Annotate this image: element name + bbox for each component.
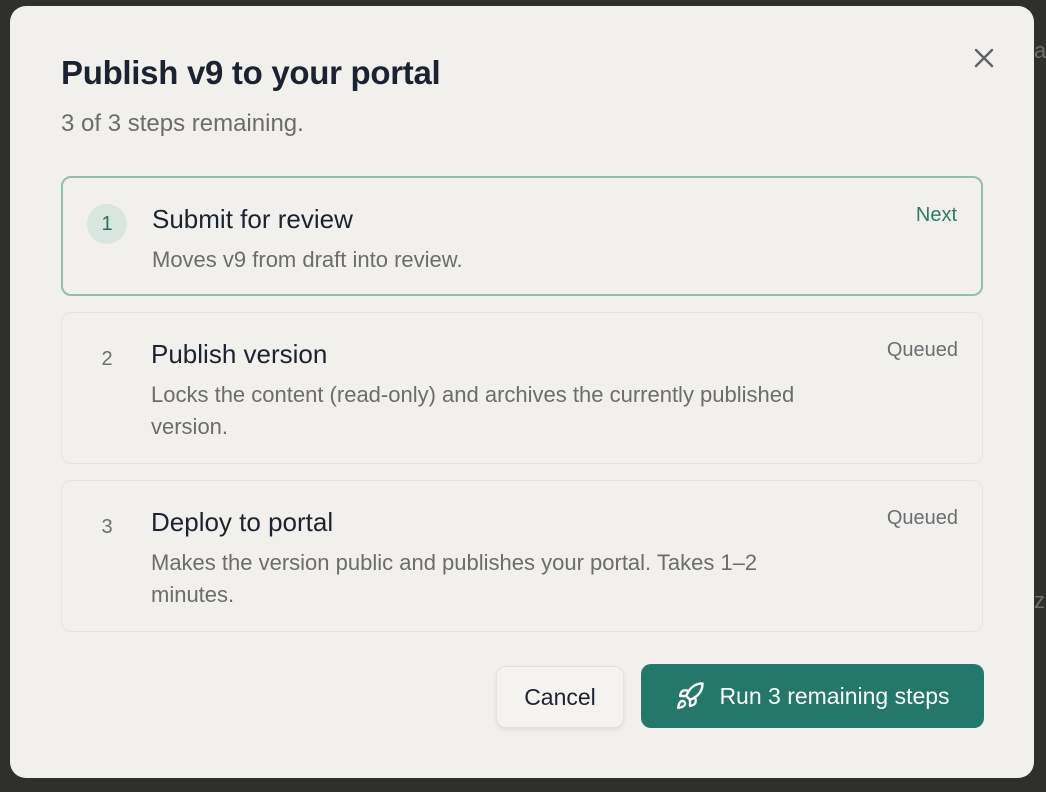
step-title: Submit for review bbox=[152, 204, 353, 234]
dialog-title: Publish v9 to your portal bbox=[61, 54, 441, 91]
step-title: Deploy to portal bbox=[151, 507, 334, 537]
cancel-button[interactable]: Cancel bbox=[496, 666, 624, 728]
step-title: Publish version bbox=[151, 339, 328, 369]
rocket-icon bbox=[677, 682, 705, 710]
step-number: 2 bbox=[101, 347, 113, 370]
step-status: Next bbox=[915, 204, 957, 226]
close-button[interactable] bbox=[968, 42, 1000, 74]
step-description: Makes the version public and publishes y… bbox=[151, 550, 758, 607]
step-description: Moves v9 from draft into review. bbox=[152, 247, 463, 272]
step-deploy-to-portal: 3 Deploy to portal Makes the version pub… bbox=[61, 480, 983, 632]
step-description: Locks the content (read-only) and archiv… bbox=[151, 382, 795, 439]
backdrop-text-fragment: z bbox=[1034, 588, 1045, 613]
step-submit-for-review: 1 Submit for review Moves v9 from draft … bbox=[61, 176, 983, 296]
step-number: 3 bbox=[101, 515, 113, 538]
run-button-label: Run 3 remaining steps bbox=[719, 682, 950, 709]
dialog-subtitle: 3 of 3 steps remaining. bbox=[61, 110, 304, 137]
publish-dialog: Publish v9 to your portal 3 of 3 steps r… bbox=[10, 6, 1034, 778]
backdrop-text-fragment: at bbox=[1034, 38, 1046, 63]
step-status: Queued bbox=[886, 507, 958, 529]
close-icon bbox=[974, 48, 994, 68]
step-publish-version: 2 Publish version Locks the content (rea… bbox=[61, 312, 983, 464]
step-number: 1 bbox=[87, 204, 127, 244]
run-remaining-steps-button[interactable]: Run 3 remaining steps bbox=[641, 664, 984, 728]
step-status: Queued bbox=[886, 339, 958, 361]
